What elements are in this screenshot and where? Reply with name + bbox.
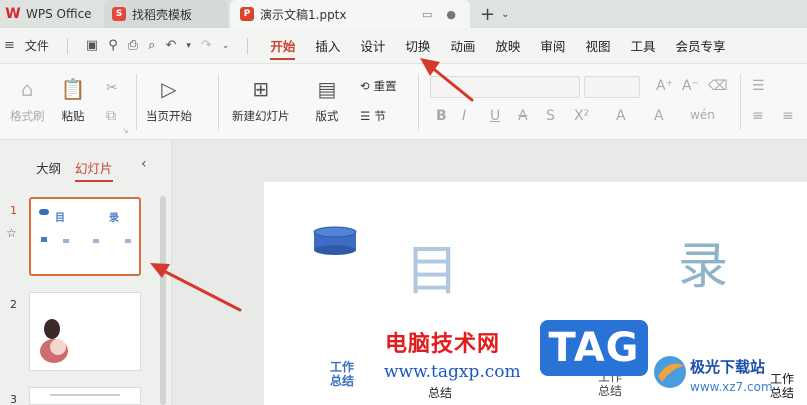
annotation-arrow-slide — [156, 266, 242, 312]
arrowhead — [150, 263, 170, 278]
annotation-arrows — [150, 58, 474, 312]
annotation-arrow-design — [428, 64, 474, 102]
